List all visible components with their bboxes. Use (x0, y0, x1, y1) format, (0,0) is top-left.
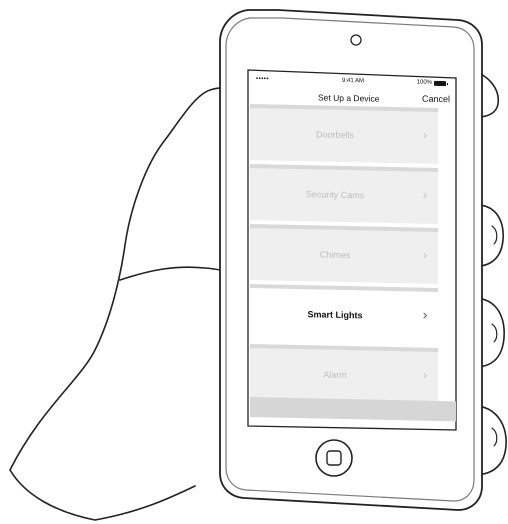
battery-percentage: 100% (416, 79, 432, 86)
battery-icon (434, 80, 446, 86)
clock-time: 9:41 AM (342, 77, 365, 85)
chevron-right-icon: › (422, 247, 428, 264)
chevron-right-icon: › (422, 127, 428, 144)
battery-status: 100% (417, 79, 446, 86)
list-item-smart-lights[interactable]: Smart Lights › (250, 284, 438, 344)
list-item-security-cams[interactable]: Security Cams › (250, 164, 438, 224)
nail-2 (491, 323, 498, 343)
signal-indicator: ••••• (256, 76, 270, 83)
chevron-right-icon: › (422, 367, 428, 384)
list-item-label: Security Cams (305, 189, 365, 201)
list-item-label: Smart Lights (307, 309, 363, 321)
nail-3 (491, 427, 498, 447)
list-item-chimes[interactable]: Chimes › (250, 224, 438, 284)
chevron-right-icon: › (422, 307, 428, 324)
cancel-button[interactable]: Cancel (422, 94, 450, 105)
chevron-right-icon: › (422, 187, 428, 204)
list-item-label: Chimes (319, 249, 351, 261)
device-screen: ••••• 9:41 AM 100% Set Up a Device Cance… (250, 74, 456, 434)
list-item-label: Alarm (323, 369, 347, 381)
list-item-label: Doorbells (315, 129, 355, 141)
page-title: Set Up a Device (318, 92, 380, 104)
list-item-alarm[interactable]: Alarm › (250, 344, 438, 404)
nail-1 (491, 225, 498, 245)
list-item-doorbells[interactable]: Doorbells › (250, 104, 438, 164)
bottom-gray-area (250, 397, 456, 422)
